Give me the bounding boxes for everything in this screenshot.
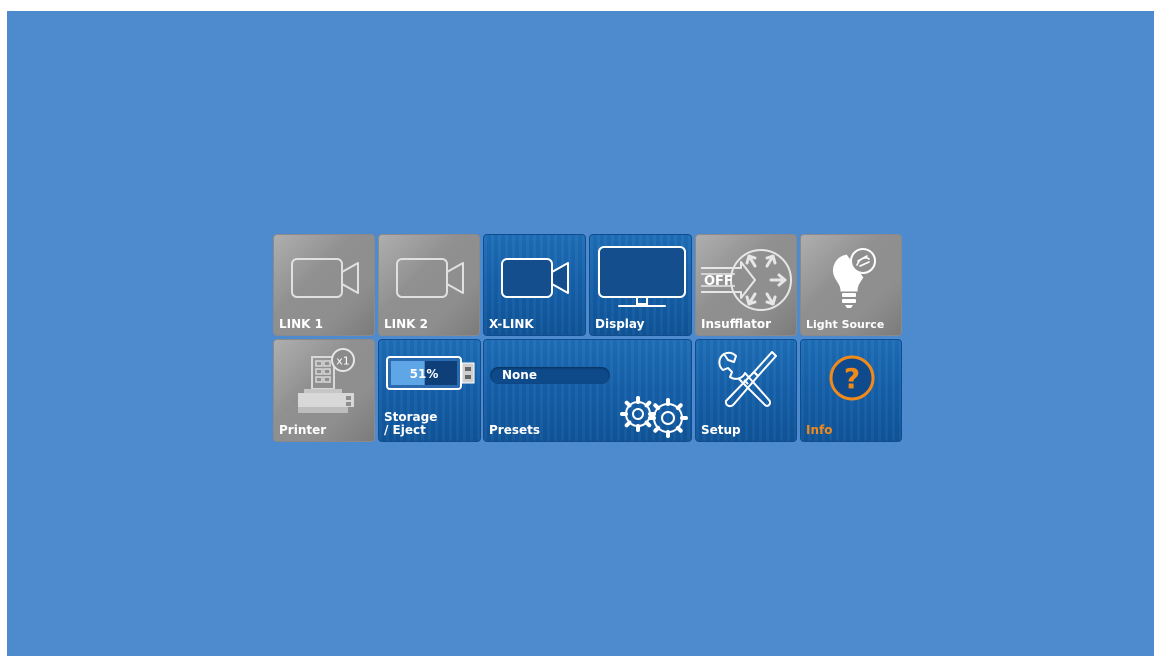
link1-label: LINK 1 (279, 317, 323, 331)
gears-icon (620, 396, 688, 438)
camera-icon (396, 258, 464, 298)
light-source-tile[interactable]: Light Source (800, 234, 902, 336)
link2-tile[interactable]: LINK 2 (378, 234, 480, 336)
camera-icon (501, 258, 569, 298)
display-tile[interactable]: Display (589, 234, 692, 336)
setup-label: Setup (701, 423, 741, 437)
camera-icon (291, 258, 359, 298)
storage-label: Storage / Eject (384, 411, 437, 437)
lightbulb-icon (833, 248, 876, 308)
svg-text:x1: x1 (336, 355, 350, 368)
link2-label: LINK 2 (384, 317, 428, 331)
usb-fill-text: 51% (410, 367, 439, 381)
printer-label: Printer (279, 423, 327, 437)
printer-count-badge: x1 (331, 348, 355, 372)
svg-text:?: ? (844, 362, 860, 395)
storage-tile[interactable]: 51% Storage / Eject (378, 339, 481, 442)
monitor-icon (598, 246, 686, 307)
printer-tile[interactable]: x1 Printer (273, 339, 375, 442)
main-menu-screen: LINK 1 LINK 2 X-LINK Display OFF Insuffl… (7, 11, 1154, 656)
presets-value: None (502, 368, 537, 382)
insufflator-state-text: OFF (704, 274, 733, 289)
storage-label-line2: / Eject (384, 423, 426, 437)
tools-icon (718, 351, 777, 408)
insufflator-icon: OFF (701, 249, 792, 311)
insufflator-label: Insufflator (701, 317, 772, 331)
display-label: Display (595, 317, 645, 331)
setup-tile[interactable]: Setup (695, 339, 797, 442)
question-icon: ? (829, 355, 875, 401)
link1-tile[interactable]: LINK 1 (273, 234, 375, 336)
menu-grid: LINK 1 LINK 2 X-LINK Display OFF Insuffl… (273, 234, 902, 442)
xlink-label: X-LINK (489, 317, 534, 331)
light-source-label: Light Source (806, 318, 885, 331)
presets-tile[interactable]: None Presets (483, 339, 692, 442)
presets-value-field: None (490, 367, 610, 384)
presets-label: Presets (489, 423, 541, 437)
xlink-tile[interactable]: X-LINK (483, 234, 586, 336)
insufflator-tile[interactable]: OFF Insufflator (695, 234, 797, 336)
info-label: Info (806, 423, 833, 437)
usb-drive-icon: 51% (386, 356, 475, 390)
info-tile[interactable]: ? Info (800, 339, 902, 442)
